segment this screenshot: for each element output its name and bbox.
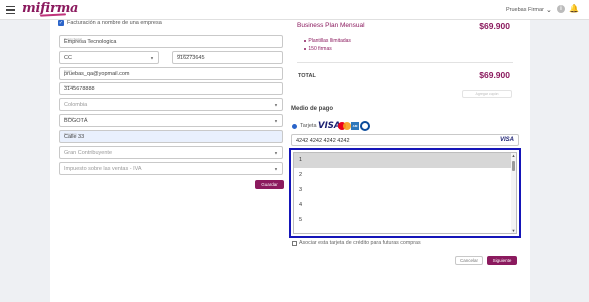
field-placeholder: Colombia <box>64 101 88 108</box>
save-card-checkbox[interactable] <box>292 241 297 246</box>
amex-icon: AM <box>351 122 359 130</box>
address-field[interactable]: Dirección Calle 33 <box>59 130 283 143</box>
dropdown-arrow-icon: ▼ <box>274 166 278 171</box>
next-button[interactable]: Siguiente <box>487 256 517 265</box>
dropdown-arrow-icon: ▼ <box>274 102 278 107</box>
phone-field[interactable]: Teléfono 3145678888 <box>59 82 283 95</box>
menu-icon[interactable] <box>6 6 15 15</box>
dropdown-list: 1 2 3 4 5 ▲ ▼ <box>293 152 517 234</box>
field-value: BOGOTÁ <box>64 118 88 124</box>
field-placeholder: Impuesto sobre las ventas - IVA <box>64 165 142 172</box>
total-label: TOTAL <box>298 73 316 79</box>
plan-feature: 150 firmas <box>304 46 332 52</box>
coupon-button[interactable]: Agregar cupón <box>462 90 512 98</box>
field-value: CC <box>64 54 72 61</box>
card-method-label: Tarjeta <box>300 123 317 129</box>
installments-dropdown[interactable]: 1 2 3 4 5 ▲ ▼ <box>289 148 521 238</box>
field-value: 3145678888 <box>64 86 95 92</box>
payment-title: Medio de pago <box>291 106 333 112</box>
field-value: Calle 33 <box>64 134 85 140</box>
dropdown-arrow-icon: ▼ <box>150 55 154 60</box>
save-button[interactable]: Guardar <box>255 180 284 189</box>
bell-icon[interactable]: 🔔 <box>569 5 579 13</box>
save-card-label: Asociar esta tarjeta de crédito para fut… <box>299 240 421 246</box>
divider <box>297 62 513 63</box>
cancel-button[interactable]: Cancelar <box>455 256 483 265</box>
field-placeholder: Gran Contribuyente <box>64 149 112 156</box>
dropdown-arrow-icon: ▼ <box>274 150 278 155</box>
card-number-value: 4242 4242 4242 4242 <box>296 138 350 144</box>
scroll-up-icon[interactable]: ▲ <box>511 153 516 158</box>
diners-icon <box>360 121 370 131</box>
company-billing-checkbox-row[interactable]: ✓ Facturación a nombre de una empresa <box>58 20 162 26</box>
country-select[interactable]: Colombia ▼ <box>59 98 283 111</box>
dropdown-option[interactable]: 2 <box>294 168 516 183</box>
total-price: $69.900 <box>479 70 510 80</box>
visa-icon: VISA <box>499 137 514 143</box>
plan-feature: Plantillas Ilimitadas <box>304 38 351 44</box>
dropdown-option[interactable]: 4 <box>294 198 516 213</box>
dropdown-option[interactable]: 1 <box>294 153 516 168</box>
id-number-field[interactable]: Identificación 916273645 <box>172 51 283 64</box>
dropdown-arrow-icon: ▼ <box>274 118 278 123</box>
checkbox-checked-icon[interactable]: ✓ <box>58 20 64 26</box>
logo-swoosh <box>39 13 67 17</box>
contribuyente-select[interactable]: Gran Contribuyente ▼ <box>59 146 283 159</box>
scrollbar[interactable]: ▲ ▼ <box>511 153 516 233</box>
card-number-input[interactable]: 4242 4242 4242 4242 VISA <box>291 134 519 146</box>
id-type-select[interactable]: CC ▼ <box>59 51 159 64</box>
plan-price: $69.900 <box>479 21 510 31</box>
info-icon[interactable]: i <box>557 5 565 13</box>
tax-select[interactable]: Impuesto sobre las ventas - IVA ▼ <box>59 162 283 175</box>
razon-social-field[interactable]: Razón Social Empresa Tecnologica <box>59 35 283 48</box>
email-field[interactable]: Email pruebas_qa@yopmail.com <box>59 67 283 80</box>
field-value: Empresa Tecnologica <box>64 39 117 45</box>
user-name[interactable]: Pruebas Firmar <box>506 7 544 13</box>
plan-name: Business Plan Mensual <box>297 22 365 29</box>
chevron-down-icon[interactable]: ⌄ <box>546 6 552 14</box>
dropdown-option[interactable]: 5 <box>294 213 516 228</box>
field-value: 916273645 <box>177 55 205 61</box>
card-radio[interactable] <box>292 124 297 129</box>
city-select[interactable]: Ciudad BOGOTÁ ▼ <box>59 114 283 127</box>
field-value: pruebas_qa@yopmail.com <box>64 71 130 77</box>
mastercard-icon <box>338 122 351 130</box>
top-bar: mifirma Pruebas Firmar ⌄ i 🔔 <box>0 0 589 20</box>
company-billing-label: Facturación a nombre de una empresa <box>67 20 162 26</box>
scrollbar-thumb[interactable] <box>512 161 515 171</box>
dropdown-option[interactable]: 3 <box>294 183 516 198</box>
scroll-down-icon[interactable]: ▼ <box>511 228 516 233</box>
